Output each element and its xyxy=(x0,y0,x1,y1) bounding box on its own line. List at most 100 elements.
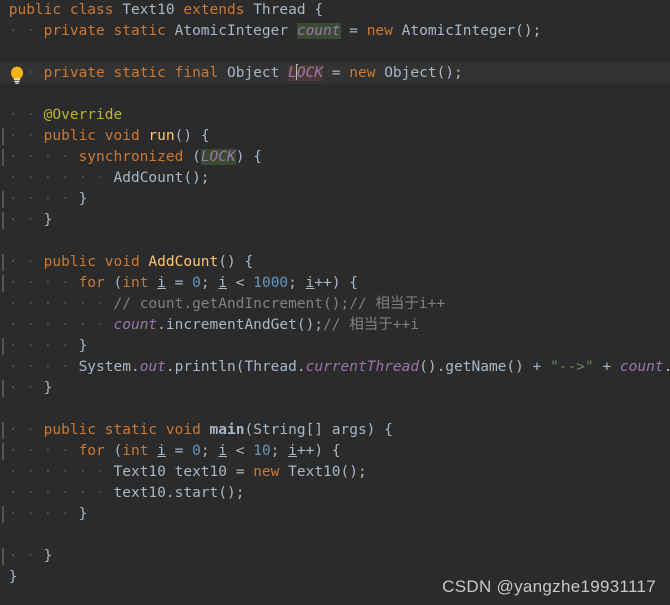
indent-guide: · · xyxy=(0,212,44,228)
code-token: ; xyxy=(288,275,306,291)
code-line[interactable]: · · · · · · count.incrementAndGet();// 相… xyxy=(0,315,670,336)
code-token: ; xyxy=(200,275,219,291)
code-token: } xyxy=(78,506,88,522)
indent-guide: · · · · · · xyxy=(0,485,114,501)
code-editor[interactable]: public class Text10 extends Thread { · ·… xyxy=(0,0,670,605)
code-line[interactable]: · · · · for (int i = 0; i < 1000; i++) { xyxy=(0,273,670,294)
code-token: void xyxy=(104,254,149,270)
code-line[interactable]: · · · · · · text10.start(); xyxy=(0,483,670,504)
code-line[interactable] xyxy=(0,231,670,252)
code-token: ( xyxy=(113,443,123,459)
code-token: LOCK xyxy=(200,149,236,165)
code-line[interactable]: · · } xyxy=(0,546,670,567)
code-token: ; xyxy=(200,443,219,459)
code-token: text10 = xyxy=(165,464,254,480)
code-line[interactable]: · · } xyxy=(0,378,670,399)
code-token: int xyxy=(122,443,158,459)
code-token: main xyxy=(209,422,245,438)
code-token: < xyxy=(227,443,254,459)
code-line[interactable]: · · public void run() { xyxy=(0,126,670,147)
code-token: ( xyxy=(192,149,201,165)
indent-guide: · · · · · · xyxy=(0,464,114,480)
code-token: extends xyxy=(183,2,254,18)
code-token: 10 xyxy=(253,443,271,459)
code-token: = xyxy=(340,23,367,39)
code-token: () { xyxy=(218,254,254,270)
code-line[interactable]: · · · · · · AddCount(); xyxy=(0,168,670,189)
code-token: count xyxy=(113,317,158,333)
code-token: ) { xyxy=(235,149,262,165)
code-token: static xyxy=(104,422,166,438)
code-token: text10.start(); xyxy=(113,485,245,501)
line-pad xyxy=(0,86,9,102)
code-line[interactable] xyxy=(0,525,670,546)
code-token: // count.getAndIncrement();// 相当于i++ xyxy=(113,296,446,312)
code-line[interactable]: · · · · · · Text10 text10 = new Text10()… xyxy=(0,462,670,483)
code-line[interactable] xyxy=(0,84,670,105)
code-token: [] args) { xyxy=(305,422,393,438)
code-line[interactable]: · · private static AtomicInteger count =… xyxy=(0,21,670,42)
code-token: () { xyxy=(174,128,210,144)
code-line[interactable]: · · · · synchronized (LOCK) { xyxy=(0,147,670,168)
indent-guide: · · xyxy=(0,107,44,123)
line-pad xyxy=(0,2,9,18)
indent-guide: · · · · · · xyxy=(0,317,114,333)
code-token: .println( xyxy=(165,359,245,375)
code-token: int xyxy=(122,275,158,291)
indent-guide: · · xyxy=(0,422,44,438)
line-pad xyxy=(0,527,9,543)
code-line[interactable] xyxy=(0,42,670,63)
code-token: public xyxy=(43,254,105,270)
code-token: { xyxy=(305,2,324,18)
code-token: class xyxy=(69,2,123,18)
code-line[interactable]: · · · · for (int i = 0; i < 10; i++) { xyxy=(0,441,670,462)
code-token: System xyxy=(78,359,131,375)
watermark-text: CSDN @yangzhe19931117 xyxy=(442,577,656,596)
code-line[interactable]: · · · · · · // count.getAndIncrement();/… xyxy=(0,294,670,315)
code-line[interactable]: · · private static final Object LOCK = n… xyxy=(0,63,670,84)
code-token: i xyxy=(288,443,297,459)
code-token: void xyxy=(104,128,149,144)
code-token: // 相当于++i xyxy=(323,317,419,333)
code-token: } xyxy=(78,338,88,354)
line-pad xyxy=(0,233,9,249)
code-content[interactable]: public class Text10 extends Thread { · ·… xyxy=(0,0,670,588)
indent-guide: · · xyxy=(0,380,44,396)
code-token: for xyxy=(78,275,114,291)
code-token: AddCount xyxy=(113,170,184,186)
code-line[interactable]: · · } xyxy=(0,210,670,231)
code-line[interactable]: · · public void AddCount() { xyxy=(0,252,670,273)
code-token: = xyxy=(165,443,193,459)
code-line[interactable] xyxy=(0,399,670,420)
code-token: + xyxy=(593,359,620,375)
code-token: static xyxy=(113,65,175,81)
indent-guide: · · · · xyxy=(0,506,79,522)
code-line[interactable]: · · · · } xyxy=(0,189,670,210)
code-line[interactable]: public class Text10 extends Thread { xyxy=(0,0,670,21)
code-token: < xyxy=(227,275,254,291)
code-token: Text10 xyxy=(113,464,166,480)
code-line[interactable]: · · · · } xyxy=(0,504,670,525)
code-token: } xyxy=(43,380,53,396)
indent-guide: · · · · xyxy=(0,338,79,354)
code-token: 0 xyxy=(192,443,201,459)
code-line[interactable]: · · @Override xyxy=(0,105,670,126)
code-token: String xyxy=(253,422,306,438)
code-token: 0 xyxy=(192,275,201,291)
code-token: ().getName() + xyxy=(419,359,551,375)
code-line[interactable]: · · · · } xyxy=(0,336,670,357)
code-token: AtomicInteger xyxy=(401,23,516,39)
code-token: new xyxy=(366,23,402,39)
code-line[interactable]: · · · · System.out.println(Thread.curren… xyxy=(0,357,670,378)
code-token: ; xyxy=(270,443,289,459)
code-token: count xyxy=(619,359,664,375)
code-token: "-->" xyxy=(550,359,594,375)
code-token: ( xyxy=(244,422,254,438)
code-line[interactable]: · · public static void main(String[] arg… xyxy=(0,420,670,441)
code-token: } xyxy=(8,569,18,585)
lightbulb-icon[interactable] xyxy=(8,65,26,85)
code-token: AtomicInteger xyxy=(174,23,289,39)
code-token: .incrementAndGet xyxy=(157,317,297,333)
code-token: i xyxy=(218,275,228,291)
